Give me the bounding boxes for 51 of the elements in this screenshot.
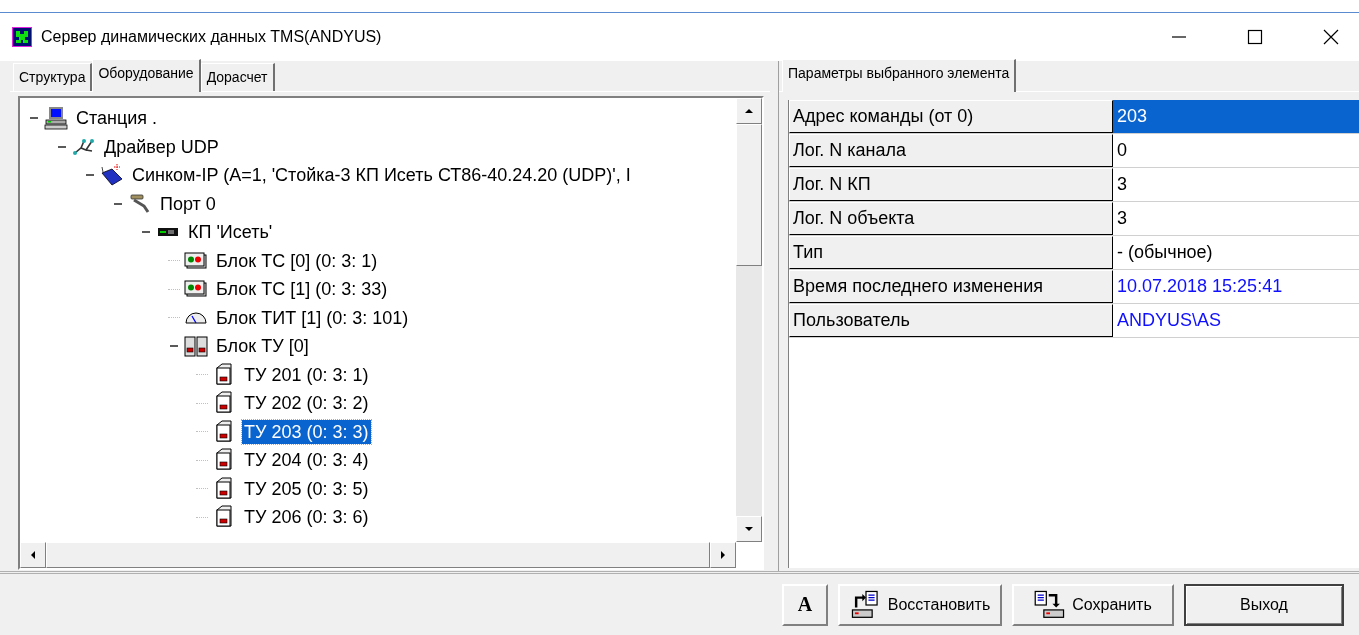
tree-item[interactable]: ТУ 206 (0: 3: 6) [242,505,371,530]
tree-item[interactable]: Блок ТУ [0] [214,334,311,359]
tree-item[interactable]: Порт 0 [158,191,218,216]
save-icon [1034,589,1067,620]
property-label: Адрес команды (от 0) [789,100,1113,133]
tree-item[interactable]: ТУ 202 (0: 3: 2) [242,391,371,416]
tree-item[interactable]: Синком-IP (A=1, 'Стойка-3 КП Исеть СТ86-40.24.20 (UDP)', I [130,163,633,188]
tree-item[interactable]: ТУ 203 (0: 3: 3) [242,419,371,444]
tree-item[interactable]: Драйвер UDP [102,134,221,159]
tree-item[interactable]: Блок ТИТ [1] (0: 3: 101) [214,305,411,330]
save-button[interactable]: Сохранить [1012,583,1174,626]
tree-item[interactable]: Блок ТС [1] (0: 3: 33) [214,277,390,302]
tab[interactable]: Дорасчет [200,63,275,91]
property-label: Время последнего изменения [789,270,1113,303]
tab[interactable]: Параметры выбранного элемента [782,59,1017,92]
app-icon [12,27,32,47]
horizontal-scrollbar[interactable] [20,542,736,568]
exit-button[interactable]: Выход [1184,583,1344,626]
restore-button[interactable]: Восстановить [838,583,1002,626]
property-label: Тип [789,236,1113,269]
property-label: Лог. N объекта [789,202,1113,235]
property-label: Пользователь [789,304,1113,337]
property-value[interactable]: 10.07.2018 15:25:41 [1113,270,1359,303]
property-value[interactable]: - (обычное) [1113,236,1359,269]
vertical-scrollbar[interactable] [736,98,762,542]
tree-item[interactable]: Станция . [74,106,160,131]
property-value[interactable]: 0 [1113,134,1359,167]
tree-item[interactable]: КП 'Исеть' [186,220,275,245]
tree-item[interactable]: Блок ТС [0] (0: 3: 1) [214,248,380,273]
device-icon [158,228,178,237]
computer-icon [44,106,68,131]
tree-item[interactable]: ТУ 205 (0: 3: 5) [242,476,371,501]
property-label: Лог. N канала [789,134,1113,167]
tab[interactable]: Структура [13,63,93,91]
control-block-icon [184,334,208,359]
tree-item[interactable]: ТУ 201 (0: 3: 1) [242,362,371,387]
tree-item[interactable]: ТУ 204 (0: 3: 4) [242,448,371,473]
property-value[interactable]: ANDYUS\AS [1113,304,1359,337]
close-icon[interactable] [1323,29,1339,45]
scroll-up-icon[interactable] [744,106,754,116]
scroll-right-icon[interactable] [718,550,728,560]
font-button[interactable]: A [782,583,828,626]
scroll-down-icon[interactable] [744,524,754,534]
tab[interactable]: Оборудование [92,59,201,92]
property-value[interactable]: 3 [1113,168,1359,201]
property-value[interactable]: 3 [1113,202,1359,235]
window-title: Сервер динамических данных TMS(ANDYUS) [41,28,382,46]
property-value[interactable]: 203 [1113,100,1359,133]
maximize-icon[interactable] [1247,29,1263,45]
modem-icon [100,163,124,188]
property-label: Лог. N КП [789,168,1113,201]
